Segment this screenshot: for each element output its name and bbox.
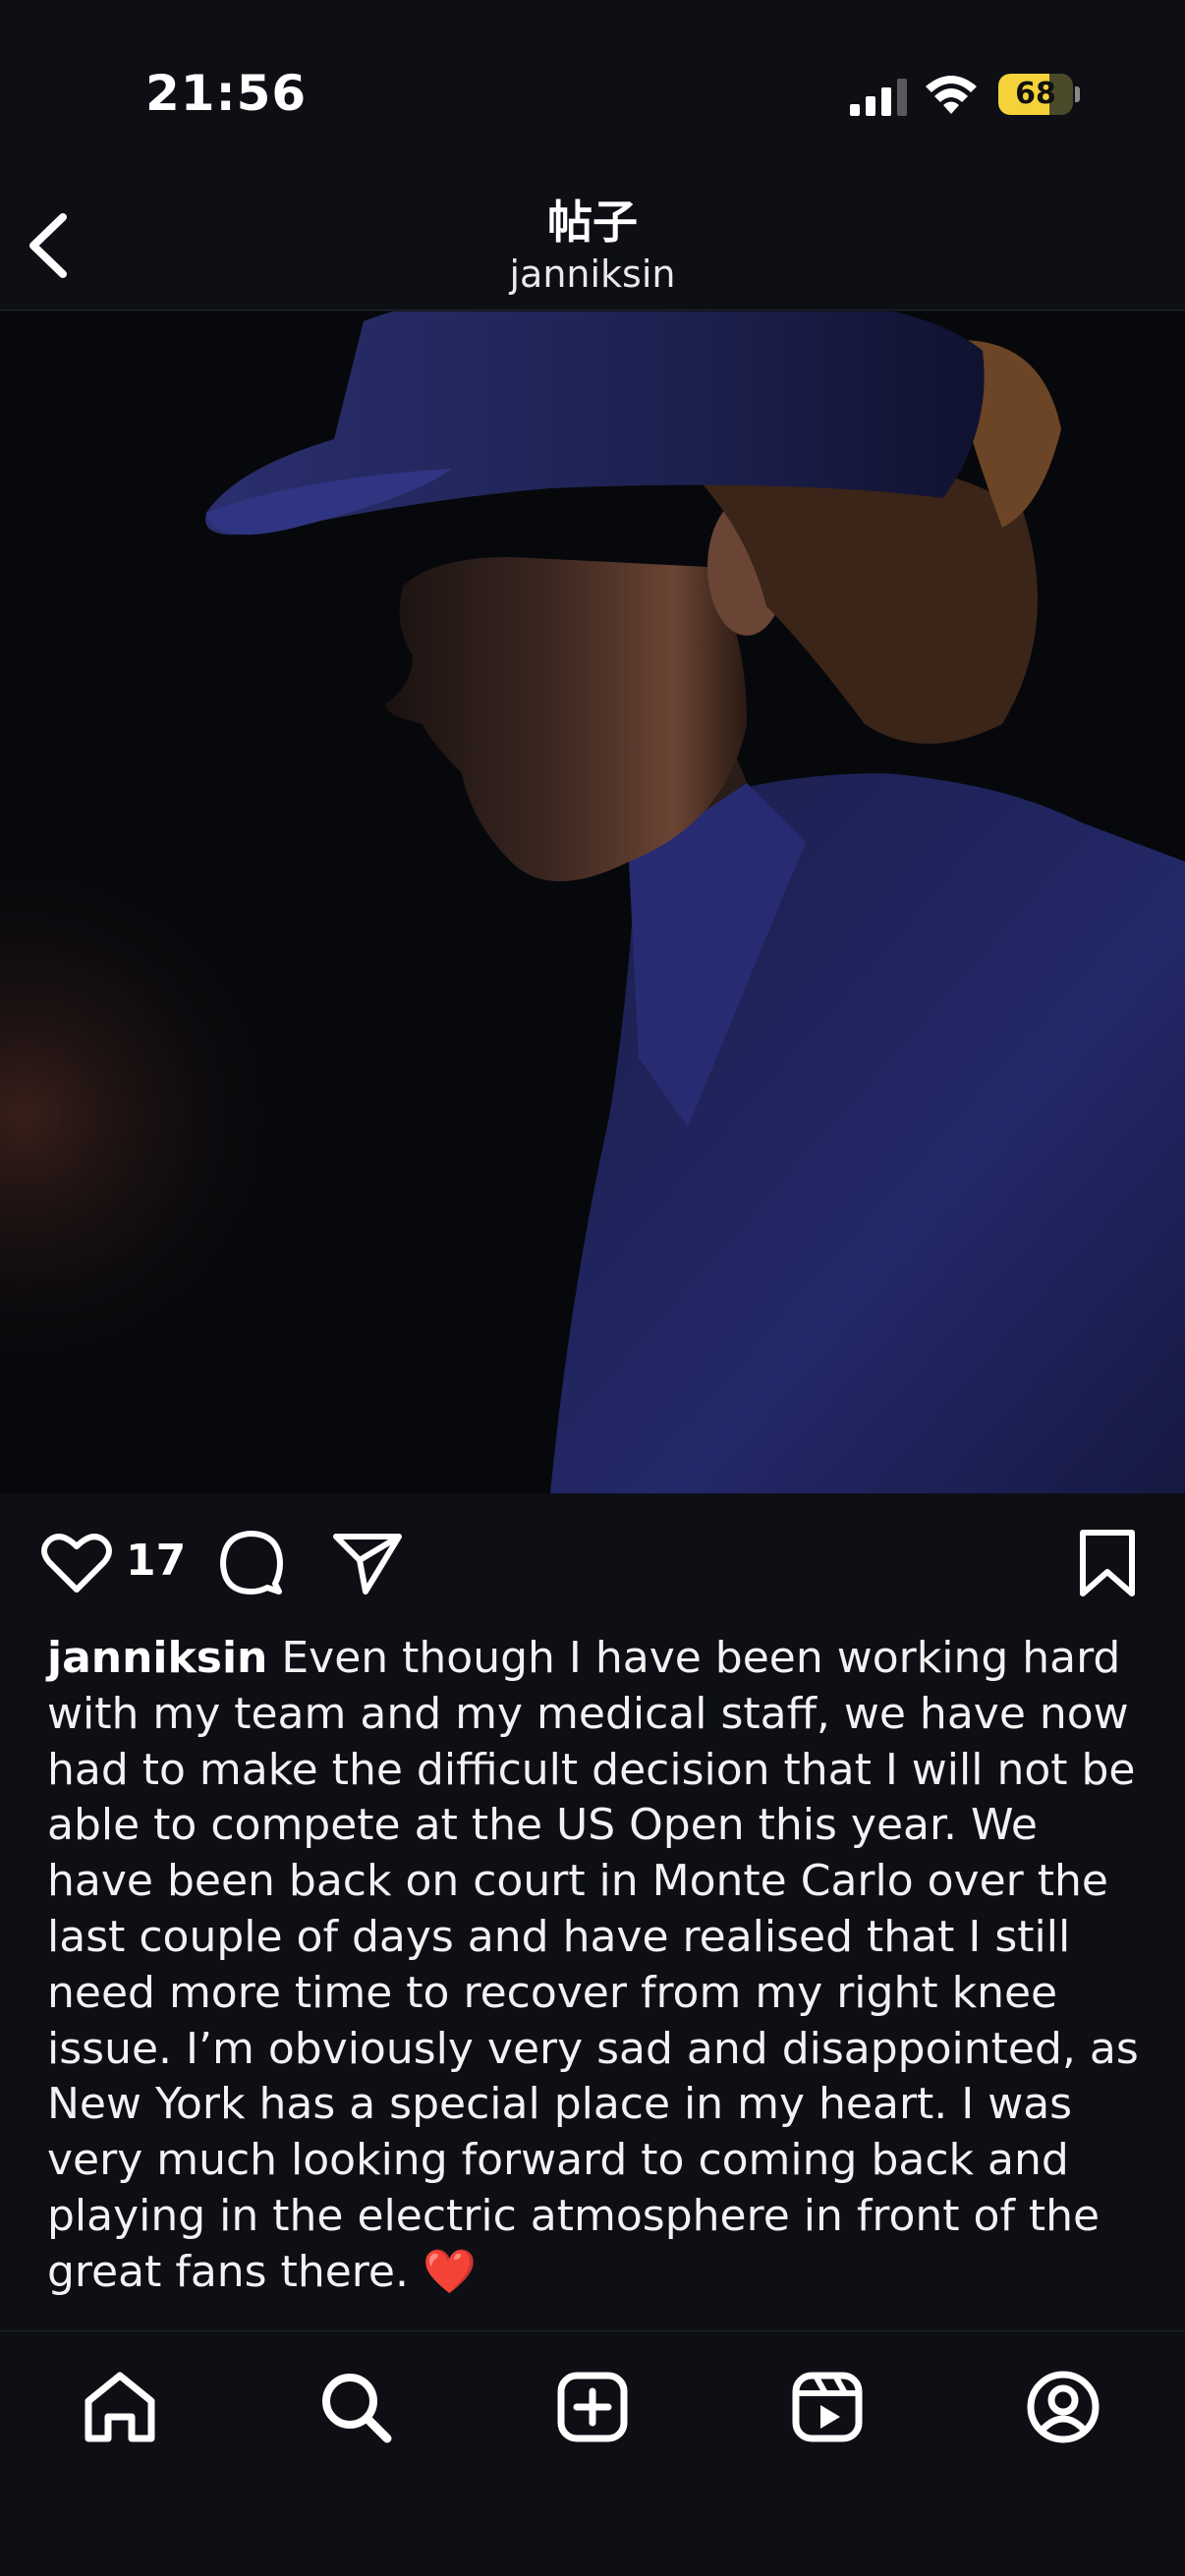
- create-post-icon: [557, 2372, 628, 2442]
- battery-level: 68: [1015, 77, 1056, 111]
- post-photo[interactable]: [0, 311, 1185, 1493]
- caption-text: Even though I have been working hard wit…: [47, 1633, 1139, 2297]
- bookmark-icon: [1080, 1530, 1135, 1596]
- battery-icon: 68: [998, 74, 1080, 115]
- nav-profile[interactable]: [1024, 2368, 1102, 2446]
- cellular-signal-icon: [850, 79, 907, 116]
- reels-icon: [792, 2372, 863, 2442]
- comment-icon: [220, 1531, 283, 1595]
- home-icon: [85, 2372, 155, 2442]
- post-caption: janniksin Even though I have been workin…: [47, 1631, 1148, 2301]
- heart-emoji: ❤️: [422, 2246, 477, 2297]
- comment-button[interactable]: [218, 1529, 285, 1596]
- like-button[interactable]: [41, 1529, 112, 1596]
- page-title: 帖子: [547, 196, 638, 249]
- save-button[interactable]: [1077, 1529, 1138, 1597]
- like-count[interactable]: 17: [126, 1536, 186, 1586]
- tennis-player-photo: [0, 311, 1185, 1493]
- battery-cap: [1075, 86, 1080, 102]
- caption-username[interactable]: janniksin: [47, 1633, 267, 1683]
- search-icon: [322, 2374, 392, 2443]
- profile-icon: [1027, 2371, 1100, 2443]
- wifi-icon: [926, 76, 977, 114]
- share-icon: [333, 1534, 402, 1595]
- nav-reels[interactable]: [788, 2368, 867, 2446]
- share-button[interactable]: [332, 1531, 403, 1596]
- status-time: 21:56: [145, 65, 308, 122]
- post-author-username[interactable]: janniksin: [0, 252, 1185, 296]
- nav-home[interactable]: [81, 2368, 159, 2446]
- nav-create[interactable]: [553, 2368, 632, 2446]
- nav-search[interactable]: [316, 2368, 395, 2446]
- heart-icon: [41, 1534, 112, 1593]
